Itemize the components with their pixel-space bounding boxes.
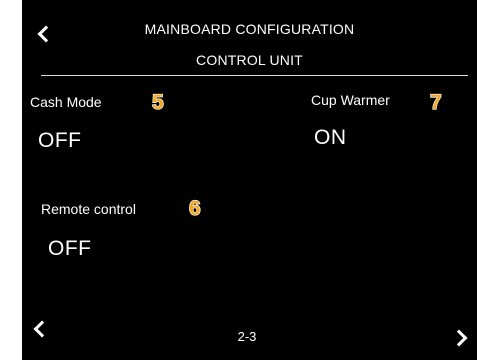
chevron-left-icon xyxy=(33,320,51,338)
remote-control-callout: 6 xyxy=(188,197,201,220)
cash-mode-setting[interactable]: Cash Mode 5 OFF xyxy=(30,88,230,160)
remote-control-value[interactable]: OFF xyxy=(48,237,92,261)
cash-mode-label: Cash Mode xyxy=(30,94,102,110)
cup-warmer-setting[interactable]: Cup Warmer 7 ON xyxy=(311,88,471,160)
chevron-right-icon xyxy=(450,329,468,347)
control-unit-screen: MAINBOARD CONFIGURATION CONTROL UNIT Cas… xyxy=(22,0,477,360)
cup-warmer-label: Cup Warmer xyxy=(311,92,390,108)
next-page-button[interactable] xyxy=(449,326,471,348)
remote-control-setting[interactable]: Remote control 6 OFF xyxy=(41,195,261,267)
page-subtitle: CONTROL UNIT xyxy=(196,52,303,68)
remote-control-label: Remote control xyxy=(41,201,136,217)
previous-page-button[interactable] xyxy=(30,318,52,340)
cash-mode-callout: 5 xyxy=(151,91,164,114)
cash-mode-value[interactable]: OFF xyxy=(38,129,82,153)
cup-warmer-value[interactable]: ON xyxy=(314,126,347,150)
header-divider xyxy=(41,75,468,76)
cup-warmer-callout: 7 xyxy=(429,91,442,114)
page-indicator: 2-3 xyxy=(237,329,257,344)
page-title: MAINBOARD CONFIGURATION xyxy=(144,21,355,37)
